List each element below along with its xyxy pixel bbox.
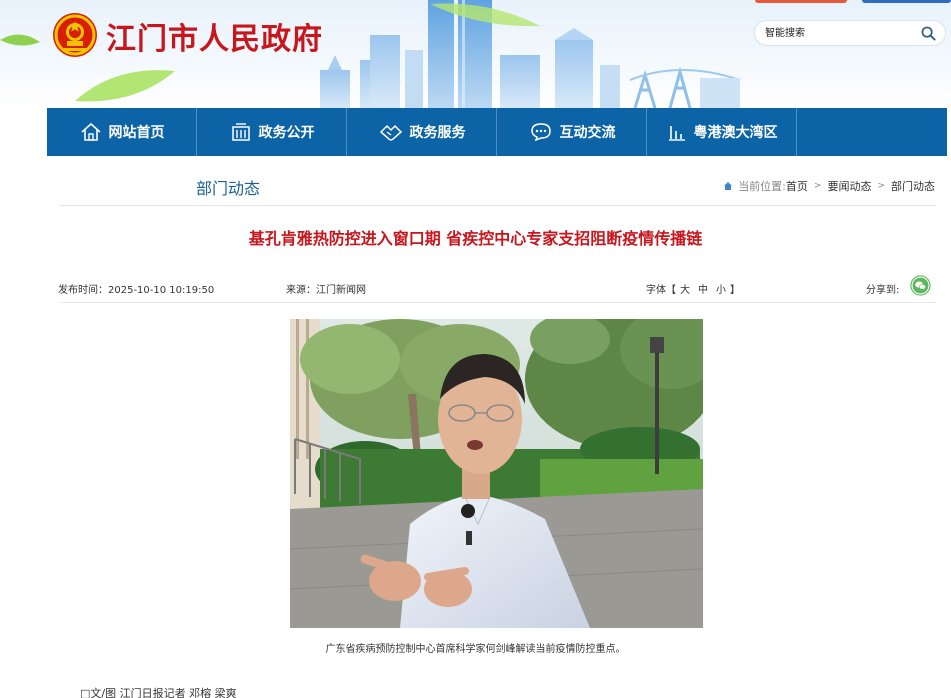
nav-item-interaction[interactable]: 互动交流 (497, 108, 647, 156)
nav-item-greater-bay-area[interactable]: 粤港澳大湾区 (647, 108, 797, 156)
home-icon (724, 182, 733, 190)
font-large-button[interactable]: 大 (680, 285, 690, 296)
breadcrumb-link-dept[interactable]: 部门动态 (891, 178, 935, 194)
section-title: 部门动态 (196, 179, 261, 198)
share-label: 分享到: (866, 285, 900, 296)
divider (60, 302, 936, 303)
site-title[interactable]: 江门市人民政府 (106, 14, 323, 58)
publish-time: 发布时间：2025-10-10 10:19:50 (58, 285, 215, 296)
chat-icon (530, 123, 551, 142)
nav-item-gov-affairs[interactable]: 政务公开 (197, 108, 347, 156)
breadcrumb-prefix: 当前位置: (738, 180, 786, 193)
font-small-button[interactable]: 小 (716, 285, 726, 296)
breadcrumb-link-home[interactable]: 首页 (786, 178, 808, 194)
nav-divider (796, 108, 797, 156)
article-photo (290, 319, 703, 628)
font-size-control: 字体【大中小】 (646, 281, 740, 296)
article-title: 基孔肯雅热防控进入窗口期 省疾控中心专家支招阻断疫情传播链 (248, 229, 703, 248)
top-link-tab[interactable] (862, 0, 951, 3)
chevron-right-icon: > (813, 181, 822, 191)
leaf-decoration (0, 34, 40, 46)
leaf-decoration (75, 70, 175, 102)
article-source: 来源：江门新闻网 (286, 285, 366, 296)
top-link-tab[interactable] (755, 0, 847, 3)
nav-item-label: 互动交流 (559, 125, 616, 141)
home-icon (80, 122, 101, 141)
nav-item-label: 网站首页 (108, 125, 165, 141)
handshake-icon (379, 124, 402, 141)
main-nav: 网站首页 政务公开 政务服务 互动交流 粤港澳大湾区 (47, 108, 947, 156)
wechat-share-icon[interactable] (910, 275, 931, 296)
search-input[interactable] (765, 24, 915, 42)
nav-item-label: 粤港澳大湾区 (693, 125, 778, 141)
nav-item-label: 政务公开 (258, 125, 315, 141)
article-byline: □文/图 江门日报记者 邓榕 梁爽 (80, 687, 237, 698)
breadcrumb-link-news[interactable]: 要闻动态 (827, 178, 871, 194)
search-box (754, 20, 946, 46)
page: 江门市人民政府 网站首页 (0, 0, 951, 698)
font-size-label: 字体【 (646, 285, 676, 296)
divider (60, 205, 936, 206)
image-caption: 广东省疾病预防控制中心首席科学家何剑峰解读当前疫情防控重点。 (325, 644, 626, 655)
header-banner: 江门市人民政府 (0, 0, 951, 108)
font-medium-button[interactable]: 中 (698, 285, 708, 296)
national-emblem-logo (53, 13, 97, 57)
nav-item-gov-services[interactable]: 政务服务 (347, 108, 497, 156)
breadcrumb: 当前位置: 首页 > 要闻动态 > 部门动态 (723, 178, 935, 194)
bar-chart-icon (668, 126, 685, 141)
nav-item-label: 政务服务 (409, 125, 466, 141)
nav-item-home[interactable]: 网站首页 (47, 108, 197, 156)
font-size-label-close: 】 (730, 285, 740, 296)
building-icon (231, 123, 250, 141)
chevron-right-icon: > (877, 181, 885, 191)
leaf-decoration (430, 3, 540, 27)
search-icon[interactable] (921, 26, 936, 41)
